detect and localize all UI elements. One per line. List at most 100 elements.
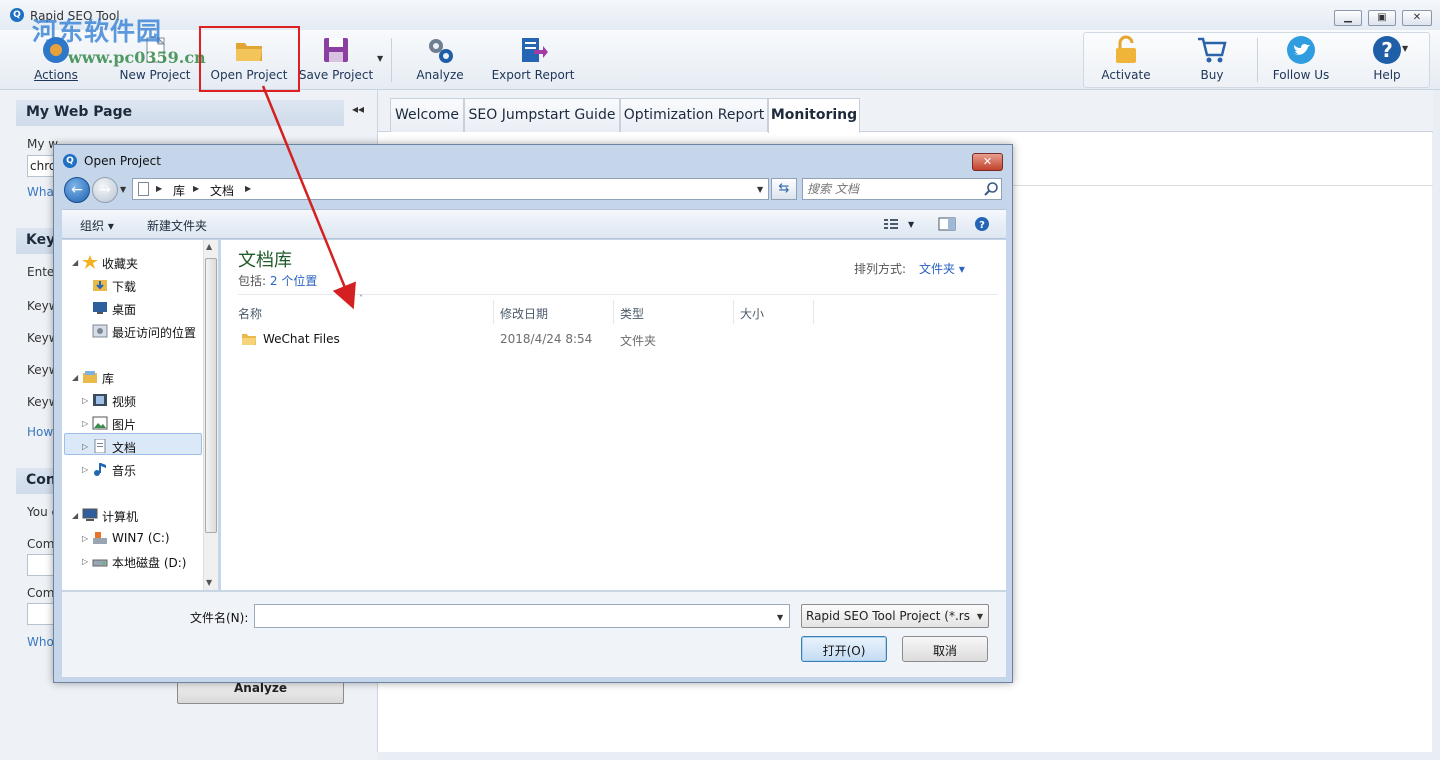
sort-by-dropdown[interactable]: 文件夹 ▾ xyxy=(919,260,965,277)
search-input[interactable] xyxy=(807,181,977,197)
help-button[interactable]: ? Help xyxy=(1360,30,1414,88)
nav-downloads[interactable]: 下载 xyxy=(112,278,136,295)
sort-by-value: 文件夹 xyxy=(919,262,956,276)
follow-us-button[interactable]: Follow Us xyxy=(1266,30,1336,88)
filename-label: 文件名(N): xyxy=(190,611,249,625)
save-project-button[interactable]: Save Project xyxy=(298,30,374,88)
nav-scrollbar[interactable]: ▲ ▼ xyxy=(203,240,218,590)
organize-menu[interactable]: 组织 ▾ xyxy=(80,217,114,234)
scroll-up-icon[interactable]: ▲ xyxy=(206,242,212,251)
collapse-panel-icon[interactable]: ◂◂ xyxy=(352,102,364,116)
favorites-star-icon xyxy=(82,255,98,269)
breadcrumb-separator-icon[interactable]: ▶ xyxy=(156,184,162,193)
system-drive-icon xyxy=(93,532,107,544)
analyze-ribbon-button[interactable]: Analyze xyxy=(405,30,475,88)
filename-input[interactable]: ▼ xyxy=(254,604,790,628)
recent-pages-dropdown-icon[interactable]: ▼ xyxy=(120,185,126,194)
export-report-button[interactable]: Export Report xyxy=(488,30,578,88)
expand-arrow-icon[interactable]: ▷ xyxy=(82,419,88,428)
library-includes: 包括: 2 个位置 xyxy=(238,272,317,289)
dialog-close-button[interactable]: ✕ xyxy=(972,153,1003,171)
nav-favorites[interactable]: 收藏夹 xyxy=(102,255,138,272)
column-header-name[interactable]: 名称 xyxy=(232,300,494,324)
breadcrumb-documents[interactable]: 文档 xyxy=(210,182,234,199)
filetype-select[interactable]: Rapid SEO Tool Project (*.rs ▼ xyxy=(801,604,989,628)
command-bar: 组织 ▾ 新建文件夹 ▼ ? xyxy=(62,209,1006,239)
nav-drive-c[interactable]: WIN7 (C:) xyxy=(112,531,170,545)
nav-recent-places[interactable]: 最近访问的位置 xyxy=(112,324,196,341)
includes-locations-link[interactable]: 2 个位置 xyxy=(270,274,317,288)
address-bar[interactable]: ▶ 库 ▶ 文档 ▶ ▼ xyxy=(132,178,769,200)
column-header-type[interactable]: 类型 xyxy=(614,300,734,324)
collapse-arrow-icon[interactable]: ◢ xyxy=(72,511,78,520)
back-button[interactable]: ← xyxy=(64,177,90,203)
nav-documents[interactable]: 文档 xyxy=(112,439,136,456)
view-dropdown-icon[interactable]: ▼ xyxy=(908,220,914,229)
forward-button[interactable]: → xyxy=(92,177,118,203)
save-dropdown-icon[interactable]: ▼ xyxy=(377,54,383,63)
cancel-button[interactable]: 取消 xyxy=(902,636,988,662)
maximize-button[interactable]: ▣ xyxy=(1368,10,1396,26)
svg-text:?: ? xyxy=(1381,38,1393,62)
nav-pictures[interactable]: 图片 xyxy=(112,416,136,433)
address-dropdown-icon[interactable]: ▼ xyxy=(757,185,763,194)
expand-arrow-icon[interactable]: ▷ xyxy=(82,465,88,474)
expand-arrow-icon[interactable]: ▷ xyxy=(82,396,88,405)
competitors-help-link[interactable]: Who xyxy=(27,635,54,649)
help-dropdown-icon[interactable]: ▼ xyxy=(1402,44,1408,53)
dialog-bottom-bar: 文件名(N): ▼ Rapid SEO Tool Project (*.rs ▼… xyxy=(62,591,1006,677)
expand-arrow-icon[interactable]: ▷ xyxy=(82,557,88,566)
nav-videos[interactable]: 视频 xyxy=(112,393,136,410)
unlock-icon xyxy=(1116,35,1136,63)
preview-pane-icon[interactable] xyxy=(938,216,956,232)
new-project-label: New Project xyxy=(119,68,191,82)
buy-button[interactable]: Buy xyxy=(1185,30,1239,88)
breadcrumb-libraries[interactable]: 库 xyxy=(173,182,185,199)
scroll-down-icon[interactable]: ▼ xyxy=(206,578,212,587)
minimize-button[interactable]: ▁ xyxy=(1334,10,1362,26)
column-header-size[interactable]: 大小 xyxy=(734,300,814,324)
watermark-text: 河东软件园 xyxy=(32,17,163,46)
tab-seo-jumpstart-guide[interactable]: SEO Jumpstart Guide xyxy=(464,98,620,132)
save-disk-icon xyxy=(324,38,348,62)
open-button[interactable]: 打开(O) xyxy=(801,636,887,662)
help-question-icon: ? xyxy=(1373,36,1401,64)
tab-welcome[interactable]: Welcome xyxy=(390,98,464,132)
new-folder-button[interactable]: 新建文件夹 xyxy=(147,217,207,234)
nav-drive-d[interactable]: 本地磁盘 (D:) xyxy=(112,554,186,571)
search-box[interactable] xyxy=(802,178,1002,200)
collapse-arrow-icon[interactable]: ◢ xyxy=(72,373,78,382)
scrollbar-thumb[interactable] xyxy=(205,258,217,533)
search-icon[interactable] xyxy=(983,181,999,197)
nav-libraries[interactable]: 库 xyxy=(102,370,114,387)
collapse-arrow-icon[interactable]: ◢ xyxy=(72,258,78,267)
column-header-date[interactable]: 修改日期 xyxy=(494,300,614,324)
activate-button[interactable]: Activate xyxy=(1095,30,1157,88)
view-options-icon[interactable] xyxy=(882,216,900,232)
ribbon-separator xyxy=(1257,38,1258,82)
expand-arrow-icon[interactable]: ▷ xyxy=(82,442,88,451)
tab-bar: Welcome SEO Jumpstart Guide Optimization… xyxy=(378,90,1433,133)
nav-desktop[interactable]: 桌面 xyxy=(112,301,136,318)
downloads-folder-icon xyxy=(93,280,107,291)
competitor-label-2: Com xyxy=(27,586,55,600)
nav-computer[interactable]: 计算机 xyxy=(102,508,138,525)
filename-dropdown-icon[interactable]: ▼ xyxy=(777,613,783,622)
file-type: 文件夹 xyxy=(620,334,657,348)
filetype-value: Rapid SEO Tool Project (*.rs xyxy=(806,609,970,623)
nav-music[interactable]: 音乐 xyxy=(112,462,136,479)
music-note-icon xyxy=(94,463,106,476)
close-window-button[interactable]: ✕ xyxy=(1402,10,1432,26)
refresh-button[interactable]: ⇆ xyxy=(771,178,797,200)
section-my-web-page-header[interactable]: My Web Page xyxy=(16,100,344,126)
file-name[interactable]: WeChat Files xyxy=(263,332,340,346)
expand-arrow-icon[interactable]: ▷ xyxy=(82,534,88,543)
breadcrumb-separator-icon[interactable]: ▶ xyxy=(245,184,251,193)
keywords-help-link[interactable]: How xyxy=(27,425,53,439)
tab-optimization-report[interactable]: Optimization Report xyxy=(620,98,768,132)
export-icon xyxy=(522,38,548,62)
tab-monitoring[interactable]: Monitoring xyxy=(768,98,860,133)
folder-icon xyxy=(242,334,256,345)
help-icon[interactable]: ? xyxy=(973,216,991,232)
breadcrumb-separator-icon[interactable]: ▶ xyxy=(193,184,199,193)
